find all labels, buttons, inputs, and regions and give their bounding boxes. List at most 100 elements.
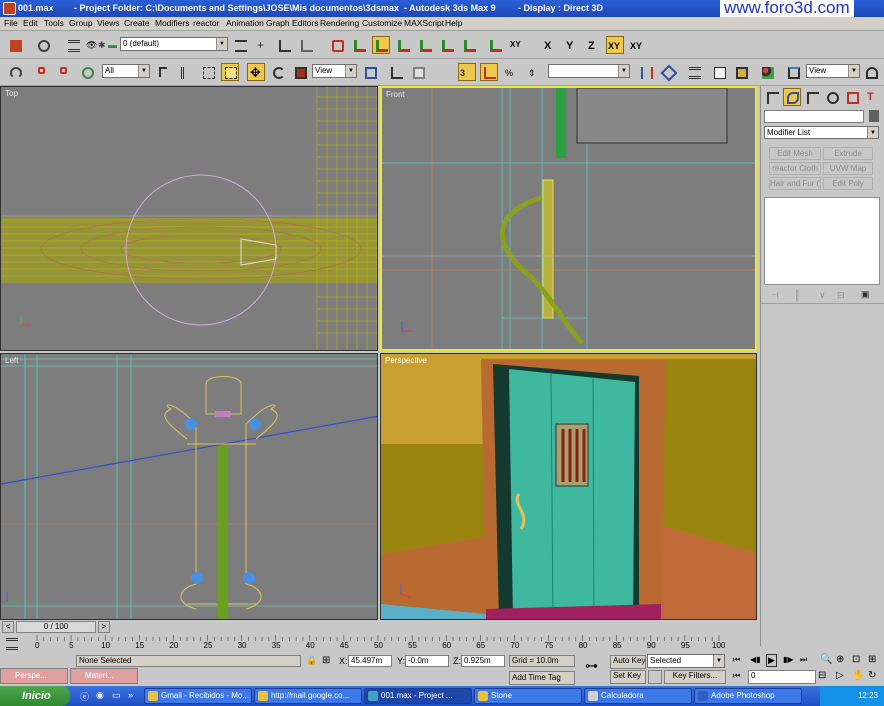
object-name-field[interactable]	[764, 110, 864, 123]
time-slider[interactable]: < 0 / 100 >	[0, 620, 758, 634]
menu-group[interactable]: Group	[69, 18, 93, 28]
menu-tools[interactable]: Tools	[44, 18, 64, 28]
select-and-link-button[interactable]	[34, 63, 52, 81]
add-time-tag-button[interactable]: Add Time Tag	[509, 671, 575, 685]
select-and-rotate-button[interactable]	[269, 63, 287, 81]
quicklaunch-folder-icon[interactable]: ▭	[112, 690, 121, 701]
undo-button[interactable]	[6, 63, 24, 81]
snap-tool-8[interactable]	[486, 36, 504, 54]
schematic-view-button[interactable]	[732, 63, 750, 81]
restrict-z-button[interactable]: Z	[584, 36, 602, 54]
quicklaunch-ie-icon[interactable]: ⓔ	[80, 690, 89, 703]
select-object-button[interactable]	[155, 63, 173, 81]
menu-reactor[interactable]: reactor	[193, 18, 219, 28]
visibility-eye-icon[interactable]: 👁	[86, 40, 97, 51]
hierarchy-tab[interactable]	[803, 88, 821, 106]
schematic-tool[interactable]	[34, 36, 52, 54]
previous-frame-icon[interactable]: ◀▮	[750, 655, 761, 664]
zoom-icon[interactable]: 🔍	[820, 654, 832, 665]
auto-key-button[interactable]: Auto Key	[610, 655, 646, 669]
snap-tool-6[interactable]	[438, 36, 456, 54]
zoom-all-icon[interactable]: ⊕	[836, 654, 844, 665]
clock[interactable]: 12:23	[858, 691, 878, 700]
task-photoshop[interactable]: Adobe Photoshop	[694, 688, 802, 704]
pan-icon[interactable]: ✋	[852, 670, 864, 681]
select-by-name-button[interactable]	[177, 63, 195, 81]
menu-create[interactable]: Create	[124, 18, 150, 28]
show-end-result-icon[interactable]: ║	[794, 290, 800, 300]
y-coordinate-field[interactable]: -0.0m	[405, 655, 449, 667]
modifier-list-dropdown[interactable]: Modifier List	[764, 126, 879, 139]
named-selection-sets-dropdown[interactable]	[548, 64, 630, 78]
menu-file[interactable]: File	[4, 18, 18, 28]
start-button[interactable]: Inicio	[0, 686, 70, 706]
keyboard-shortcut-override-button[interactable]	[409, 63, 427, 81]
current-frame-field[interactable]: 0	[748, 670, 816, 684]
set-key-button[interactable]: Set Key	[610, 670, 646, 684]
curve-editor-button[interactable]	[710, 63, 728, 81]
snap-tool-3[interactable]	[372, 36, 390, 54]
spinner-snap-button[interactable]: ⇕	[526, 63, 544, 81]
remove-modifier-icon[interactable]: ⊟	[837, 290, 845, 301]
task-gmail[interactable]: Gmail - Recibidos - Mo...	[144, 688, 252, 704]
viewport-front[interactable]: Front	[380, 86, 757, 351]
task-mail-google[interactable]: http://mail.google.co...	[254, 688, 362, 704]
menu-views[interactable]: Views	[97, 18, 120, 28]
axis-constraint-xy-button[interactable]: XY	[508, 36, 526, 54]
menu-rendering[interactable]: Rendering	[320, 18, 359, 28]
play-icon[interactable]: ▶	[766, 654, 777, 667]
next-frame-icon[interactable]: ▮▶	[783, 655, 794, 664]
task-stone[interactable]: Stone	[474, 688, 582, 704]
menu-modifiers[interactable]: Modifiers	[155, 18, 189, 28]
reference-coordinate-dropdown[interactable]: View	[312, 64, 357, 78]
pin-stack-icon[interactable]: ⊣	[771, 290, 779, 301]
viewport-top[interactable]: Top	[0, 86, 378, 351]
modify-tab[interactable]	[783, 88, 801, 106]
field-of-view-icon[interactable]: ▷	[836, 670, 844, 681]
object-color-swatch[interactable]	[869, 110, 879, 122]
minimized-perspective[interactable]: Perspe...	[0, 668, 68, 684]
layer-manager-button-2[interactable]	[685, 63, 703, 81]
hair-and-fur-button[interactable]: Hair and Fur (WS	[769, 177, 821, 190]
viewport-left[interactable]: Left	[0, 353, 378, 620]
uvw-map-button[interactable]: UVW Map	[823, 162, 873, 175]
menu-graph-editors[interactable]: Graph Editors	[266, 18, 318, 28]
task-calculadora[interactable]: Calculadora	[584, 688, 692, 704]
selection-filter-dropdown[interactable]: All	[102, 64, 150, 78]
quicklaunch-more-icon[interactable]: »	[128, 690, 133, 700]
make-unique-icon[interactable]: ∨	[819, 290, 826, 301]
viewport-perspective[interactable]: Perspective	[380, 353, 757, 620]
select-and-move-button[interactable]: ✥	[247, 63, 265, 81]
track-bar[interactable]: 0 5 10 15 20 25 30 35 40 45 50 55 60 65 …	[0, 634, 758, 652]
time-slider-right-arrow[interactable]: >	[98, 621, 110, 633]
restrict-plane-button[interactable]: XY	[628, 36, 646, 54]
minimized-material[interactable]: Materi...	[70, 668, 138, 684]
display-tab[interactable]	[843, 88, 861, 106]
hierarchy-tool[interactable]	[6, 36, 24, 54]
snaps-toggle-button[interactable]: 3	[458, 63, 476, 81]
snap-tool-7[interactable]	[460, 36, 478, 54]
snap-tool-5[interactable]	[416, 36, 434, 54]
menu-maxscript[interactable]: MAXScript	[404, 18, 444, 28]
menu-edit[interactable]: Edit	[23, 18, 38, 28]
z-coordinate-field[interactable]: 0.925m	[461, 655, 505, 667]
motion-tab[interactable]	[823, 88, 841, 106]
snap-tool-2[interactable]	[350, 36, 368, 54]
create-layer-button[interactable]	[231, 36, 249, 54]
x-coordinate-field[interactable]: 45.497m	[348, 655, 392, 667]
percent-snap-button[interactable]: %	[502, 63, 520, 81]
zoom-extents-all-icon[interactable]: ⊞	[868, 654, 876, 665]
menu-help[interactable]: Help	[445, 18, 462, 28]
zoom-extents-icon[interactable]: ⊡	[852, 654, 860, 665]
time-config-icon[interactable]: ⊟	[818, 670, 826, 681]
snap-tool-4[interactable]	[394, 36, 412, 54]
mirror-button[interactable]	[637, 63, 655, 81]
layer-manager-button[interactable]	[64, 36, 82, 54]
goto-start-icon[interactable]: ⏮	[733, 655, 740, 665]
quick-render-button[interactable]	[862, 63, 880, 81]
key-selection-dropdown[interactable]: Selected	[647, 654, 725, 668]
set-key-icon[interactable]	[648, 670, 662, 684]
absolute-mode-icon[interactable]: ⊞	[322, 655, 330, 666]
modifier-stack-list[interactable]	[764, 197, 880, 285]
unlink-button[interactable]	[56, 63, 74, 81]
